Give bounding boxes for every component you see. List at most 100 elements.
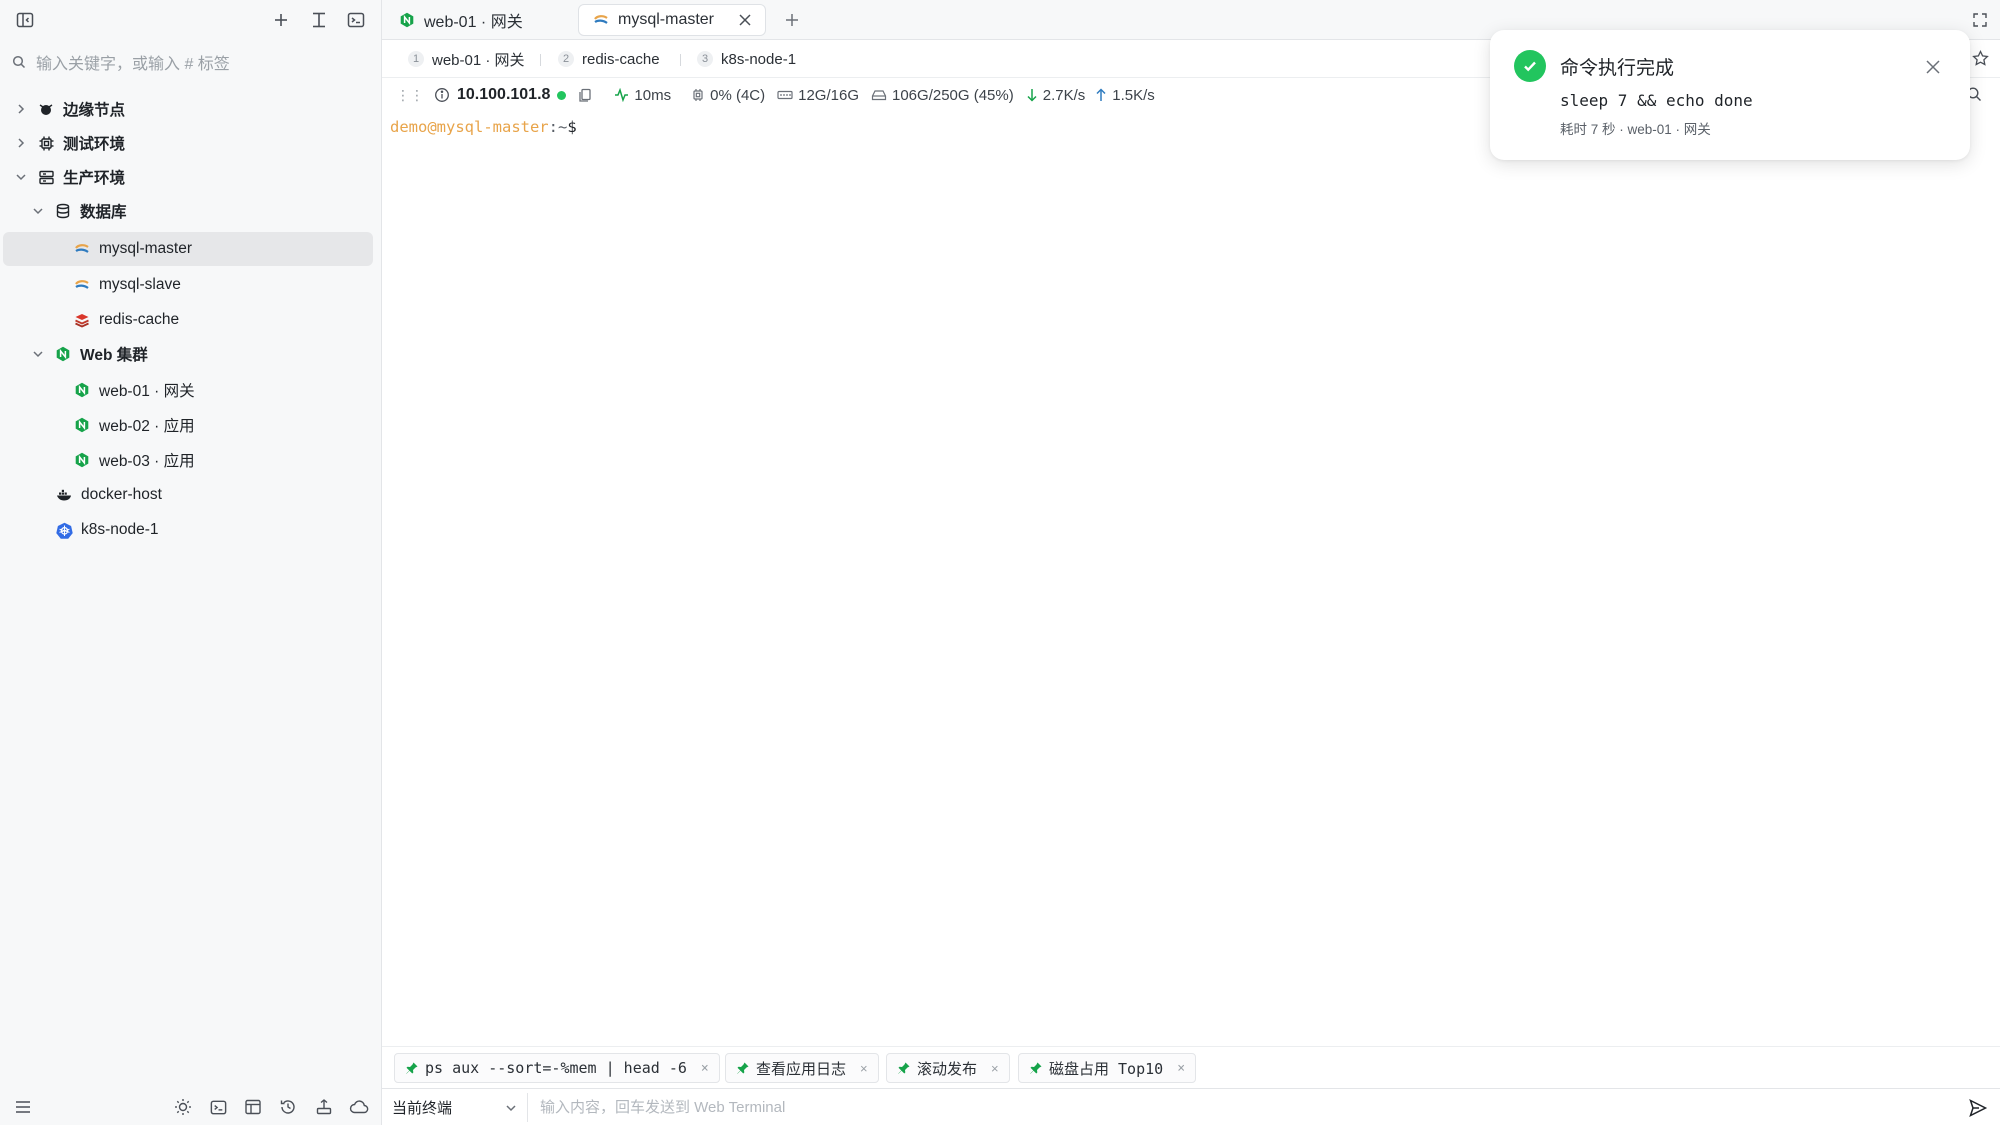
divider [540,54,541,66]
pane-tab-2[interactable]: 2 redis-cache [558,49,660,69]
tree-item-label: redis-cache [99,311,180,328]
pane-number: 3 [697,51,713,67]
upload-speed: 1.5K/s [1112,86,1155,104]
tree-item-mysql-slave[interactable]: mysql-slave [73,268,181,302]
transfer-icon[interactable] [312,1095,336,1119]
terminal-icon[interactable] [344,8,368,32]
tree-item-database-group[interactable]: 数据库 [31,194,127,228]
snippet-chip[interactable]: 查看应用日志 × [725,1053,879,1083]
chevron-right-icon [18,104,25,114]
close-tab-icon[interactable] [737,12,753,28]
star-icon[interactable] [1968,46,1992,70]
tree-item-web-01[interactable]: web-01 · 网关 [73,373,195,407]
toast-command: sleep 7 && echo done [1560,91,1753,110]
activity-icon [615,88,629,102]
upload-stat: 1.5K/s [1095,87,1155,104]
pin-icon [1030,1062,1042,1074]
tree-item-k8s-node-1[interactable]: k8s-node-1 [55,513,159,547]
new-tab-icon[interactable] [780,8,804,32]
disk-value: 106G/250G (45%) [892,86,1014,104]
terminal-output[interactable]: demo@mysql-master:~$ [390,118,1510,818]
snippet-chip[interactable]: 滚动发布 × [886,1053,1010,1083]
tree-item-label: k8s-node-1 [81,521,159,538]
divider [680,54,681,66]
sidebar-toggle-icon[interactable] [13,8,37,32]
pane-label: redis-cache [582,50,660,68]
terminal-icon[interactable] [206,1095,230,1119]
pane-tab-1[interactable]: 1 web-01 · 网关 [408,49,525,69]
tab-mysql-master[interactable]: mysql-master [578,4,766,36]
chevron-down-icon [33,208,43,215]
chevron-down-icon [506,1105,516,1112]
command-input[interactable] [540,1095,1920,1120]
chevron-down-icon [33,351,43,358]
info-icon[interactable] [434,87,450,103]
cpu-value: 0% (4C) [710,86,766,104]
tree-item-label: web-02 · 应用 [99,418,195,435]
history-icon[interactable] [276,1095,300,1119]
pane-label: k8s-node-1 [721,50,797,68]
theme-icon[interactable] [171,1095,195,1119]
chip-icon [37,134,55,152]
tree-item-label: 数据库 [80,204,127,221]
tree-item-edge-nodes[interactable]: 边缘节点 [14,92,125,126]
tree-item-redis-cache[interactable]: redis-cache [73,303,179,337]
close-icon[interactable] [1924,58,1942,76]
tree-item-prod-env[interactable]: 生产环境 [14,160,125,194]
snippet-label: 查看应用日志 [756,1060,847,1078]
disk-stat: 106G/250G (45%) [871,87,1014,104]
search-icon [12,55,26,69]
snippet-chip[interactable]: 磁盘占用 Top10 × [1018,1053,1197,1083]
drag-handle-icon[interactable]: ⋮⋮ [396,87,424,104]
prompt-user-host: demo@mysql-master [390,118,549,136]
prompt-path: ~ [557,118,568,136]
sidebar-footer [0,1088,382,1125]
tree-item-web-02[interactable]: web-02 · 应用 [73,408,195,442]
menu-icon[interactable] [11,1095,35,1119]
redis-icon [73,311,91,329]
host-address: 10.100.101.8 [457,86,551,103]
add-icon[interactable] [269,8,293,32]
pane-tab-3[interactable]: 3 k8s-node-1 [697,49,796,69]
tab-web-01[interactable]: web-01 · 网关 [398,4,523,36]
remove-snippet-icon[interactable]: × [1177,1061,1185,1076]
snippet-label: 滚动发布 [917,1060,978,1078]
prompt-separator: : [548,118,558,136]
pane-number: 1 [408,51,424,67]
fullscreen-icon[interactable] [1968,8,1992,32]
tree-item-mysql-master[interactable]: mysql-master [3,232,373,266]
command-input-bar: 当前终端 [382,1088,2000,1125]
remove-snippet-icon[interactable]: × [701,1061,709,1076]
tree-item-web-cluster[interactable]: Web 集群 [31,337,148,371]
snippet-chip[interactable]: ps aux --sort=-%mem | head -6 × [394,1053,720,1083]
send-icon[interactable] [1968,1098,1988,1118]
sidebar-search[interactable]: 输入关键字，或输入 # 标签 [12,48,372,76]
tree-item-docker-host[interactable]: docker-host [55,478,162,512]
cloud-sync-icon[interactable] [347,1095,371,1119]
copy-icon[interactable] [578,88,592,103]
latency-value: 10ms [634,86,672,104]
nginx-icon [73,416,91,434]
bug-icon [37,100,55,118]
remove-snippet-icon[interactable]: × [860,1061,868,1076]
target-select-value: 当前终端 [392,1100,453,1117]
tree-item-label: 生产环境 [63,170,126,187]
tree-item-test-env[interactable]: 测试环境 [14,126,125,160]
layout-icon[interactable] [241,1095,265,1119]
snippet-label: ps aux --sort=-%mem | head -6 [425,1059,687,1077]
prompt-sign: $ [567,118,577,136]
collapse-all-icon[interactable] [307,8,331,32]
tree-item-label: mysql-slave [99,276,181,293]
search-input[interactable]: 输入关键字，或输入 # 标签 [36,50,230,74]
nginx-icon [398,11,416,29]
tree-item-label: mysql-master [99,240,193,257]
sidebar-toolbar [0,0,382,40]
tree-item-web-03[interactable]: web-03 · 应用 [73,443,195,477]
remove-snippet-icon[interactable]: × [991,1061,999,1076]
tree-item-label: 边缘节点 [63,102,126,119]
mysql-icon [73,276,91,294]
latency-stat: 10ms [614,87,671,104]
target-select[interactable]: 当前终端 [392,1089,528,1125]
success-check-icon [1514,50,1546,82]
toast-meta: 耗时 7 秒 · web-01 · 网关 [1560,122,1711,137]
